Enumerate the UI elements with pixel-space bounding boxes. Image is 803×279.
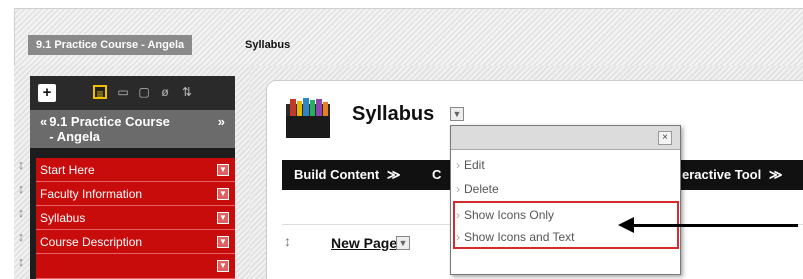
add-icon[interactable]: + xyxy=(38,84,56,102)
partial-menu-button[interactable]: C xyxy=(432,160,441,190)
menu-item-delete[interactable]: › Delete xyxy=(456,178,676,200)
drag-handle-icon[interactable]: ↕ xyxy=(16,155,26,175)
breadcrumb-current-page: Syllabus xyxy=(245,39,291,51)
chevron-down-icon[interactable]: ▼ xyxy=(396,236,410,250)
menu-item-label: Course Description xyxy=(40,235,143,249)
menu-item-label: Delete xyxy=(464,182,499,196)
menu-item-label: Syllabus xyxy=(40,211,86,225)
course-menu-title[interactable]: «9.1 Practice Course - Angela » xyxy=(30,110,235,148)
close-icon[interactable]: × xyxy=(658,131,672,145)
refresh-icon[interactable]: ø xyxy=(158,85,172,99)
folder-view-icon[interactable]: ▭ xyxy=(116,85,130,99)
chevron-down-icon: ≫ xyxy=(768,167,783,182)
screenshot-frame: 9.1 Practice Course - Angela Syllabus + … xyxy=(0,0,803,279)
menu-item-label: Faculty Information xyxy=(40,187,143,201)
chevron-down-icon[interactable]: ▼ xyxy=(217,260,229,272)
page-title: Syllabus xyxy=(352,103,435,125)
menu-item-label: Start Here xyxy=(40,163,95,177)
chevron-down-icon[interactable]: ▼ xyxy=(217,164,229,176)
build-content-label: Build Content xyxy=(294,167,380,182)
collapse-icon[interactable]: « xyxy=(40,114,47,129)
course-menu-item-course-description[interactable]: Course Description ▼ xyxy=(36,230,235,254)
course-menu-item-partial[interactable]: ▼ xyxy=(36,254,235,279)
interactive-tool-label: eractive Tool xyxy=(682,167,762,182)
drag-handle-icon[interactable]: ↕ xyxy=(16,179,26,199)
context-menu-header: × xyxy=(451,126,680,150)
menu-item-label: Edit xyxy=(464,158,485,172)
new-page-link[interactable]: New Page xyxy=(331,235,397,251)
expand-menu-icon[interactable]: » xyxy=(218,114,225,129)
chevron-down-icon[interactable]: ▼ xyxy=(217,236,229,248)
course-menu-item-syllabus[interactable]: Syllabus ▼ xyxy=(36,206,235,230)
course-menu-item-faculty-information[interactable]: Faculty Information ▼ xyxy=(36,182,235,206)
drag-handle-icon[interactable]: ↕ xyxy=(16,203,26,223)
drag-handle-icon[interactable]: ↕ xyxy=(16,252,26,272)
context-menu: × › Edit › Delete › Show Icons Only › Show I… xyxy=(450,125,681,275)
sort-icon[interactable]: ⇅ xyxy=(180,85,194,99)
chevron-right-icon: › xyxy=(456,182,460,196)
chevron-down-icon[interactable]: ▼ xyxy=(217,188,229,200)
chevron-down-icon: ≫ xyxy=(386,167,401,182)
course-title-text: 9.1 Practice Course - Angela xyxy=(49,114,170,144)
list-view-icon[interactable]: ≡ xyxy=(93,85,107,101)
chevron-right-icon: › xyxy=(456,158,460,172)
books-icon xyxy=(286,98,330,138)
drag-handle-icon[interactable]: ↕ xyxy=(284,233,291,249)
course-menu: + ≡ ▭ ▢ ø ⇅ «9.1 Practice Course - Angel… xyxy=(30,76,235,279)
drag-handle-icon[interactable]: ↕ xyxy=(16,227,26,247)
interactive-tool-button[interactable]: eractive Tool ≫ xyxy=(682,160,782,190)
breadcrumb-course-link[interactable]: 9.1 Practice Course - Angela xyxy=(28,35,193,55)
annotation-arrow-line xyxy=(632,224,798,227)
arrow-left-icon xyxy=(618,217,634,233)
course-menu-toolbar: + ≡ ▭ ▢ ø ⇅ xyxy=(30,76,235,110)
menu-item-edit[interactable]: › Edit xyxy=(456,154,676,176)
window-icon[interactable]: ▢ xyxy=(137,85,151,99)
chevron-down-icon[interactable]: ▼ xyxy=(450,107,464,121)
chevron-down-icon[interactable]: ▼ xyxy=(217,212,229,224)
course-menu-item-start-here[interactable]: Start Here ▼ xyxy=(36,158,235,182)
build-content-button[interactable]: Build Content ≫ xyxy=(294,160,400,190)
